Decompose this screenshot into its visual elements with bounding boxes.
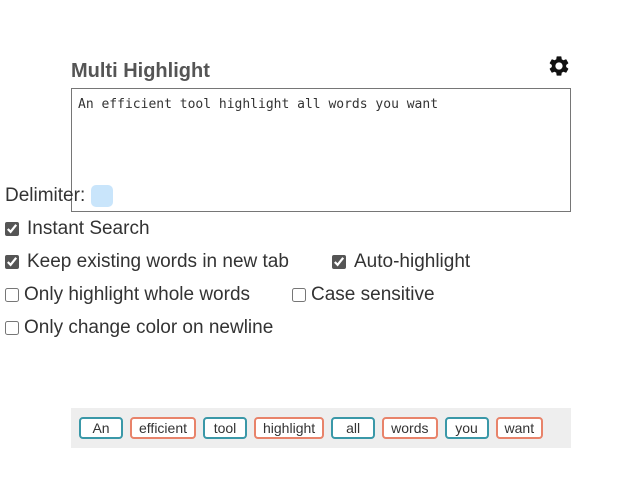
keyword-tag[interactable]: efficient <box>130 417 196 439</box>
keyword-tag[interactable]: highlight <box>254 417 325 439</box>
instant-search-label: Instant Search <box>27 217 150 239</box>
keyword-tag[interactable]: tool <box>203 417 247 439</box>
delimiter-label: Delimiter: <box>5 184 86 206</box>
whole-words-label: Only highlight whole words <box>24 283 251 305</box>
option-row-3: Only highlight whole words Case sensitiv… <box>5 278 500 311</box>
options-section: Delimiter: Instant Search Keep existing … <box>5 179 500 344</box>
whole-words-checkbox[interactable] <box>5 287 19 302</box>
option-row-1: Instant Search <box>5 212 500 245</box>
multi-highlight-panel: Multi Highlight <box>71 52 571 212</box>
instant-search-checkbox[interactable] <box>5 221 19 236</box>
option-row-2: Keep existing words in new tab Auto-high… <box>5 245 500 278</box>
keep-words-option[interactable]: Keep existing words in new tab <box>5 251 289 273</box>
whole-words-option[interactable]: Only highlight whole words <box>5 284 250 306</box>
auto-highlight-label: Auto-highlight <box>354 250 471 272</box>
keyword-tag[interactable]: all <box>331 417 376 439</box>
case-sensitive-checkbox[interactable] <box>292 287 306 302</box>
instant-search-option[interactable]: Instant Search <box>5 218 150 240</box>
delimiter-row: Delimiter: <box>5 179 500 212</box>
keyword-tag[interactable]: you <box>444 417 489 439</box>
case-sensitive-label: Case sensitive <box>311 283 435 305</box>
keyword-tags: An efficient tool highlight all words yo… <box>71 408 571 448</box>
keep-words-checkbox[interactable] <box>5 254 19 269</box>
auto-highlight-checkbox[interactable] <box>332 254 346 269</box>
keep-words-label: Keep existing words in new tab <box>27 250 289 272</box>
keyword-tag[interactable]: words <box>382 417 438 439</box>
page-title: Multi Highlight <box>71 60 210 82</box>
keyword-tag[interactable]: want <box>495 417 544 439</box>
case-sensitive-option[interactable]: Case sensitive <box>292 284 435 306</box>
change-color-newline-label: Only change color on newline <box>24 316 274 338</box>
keyword-tag[interactable]: An <box>79 417 123 439</box>
auto-highlight-option[interactable]: Auto-highlight <box>332 251 470 273</box>
option-row-4: Only change color on newline <box>5 311 500 344</box>
header: Multi Highlight <box>71 52 571 88</box>
gear-icon[interactable] <box>547 54 571 78</box>
delimiter-input[interactable] <box>91 184 114 207</box>
change-color-newline-checkbox[interactable] <box>5 320 19 335</box>
change-color-newline-option[interactable]: Only change color on newline <box>5 317 273 339</box>
